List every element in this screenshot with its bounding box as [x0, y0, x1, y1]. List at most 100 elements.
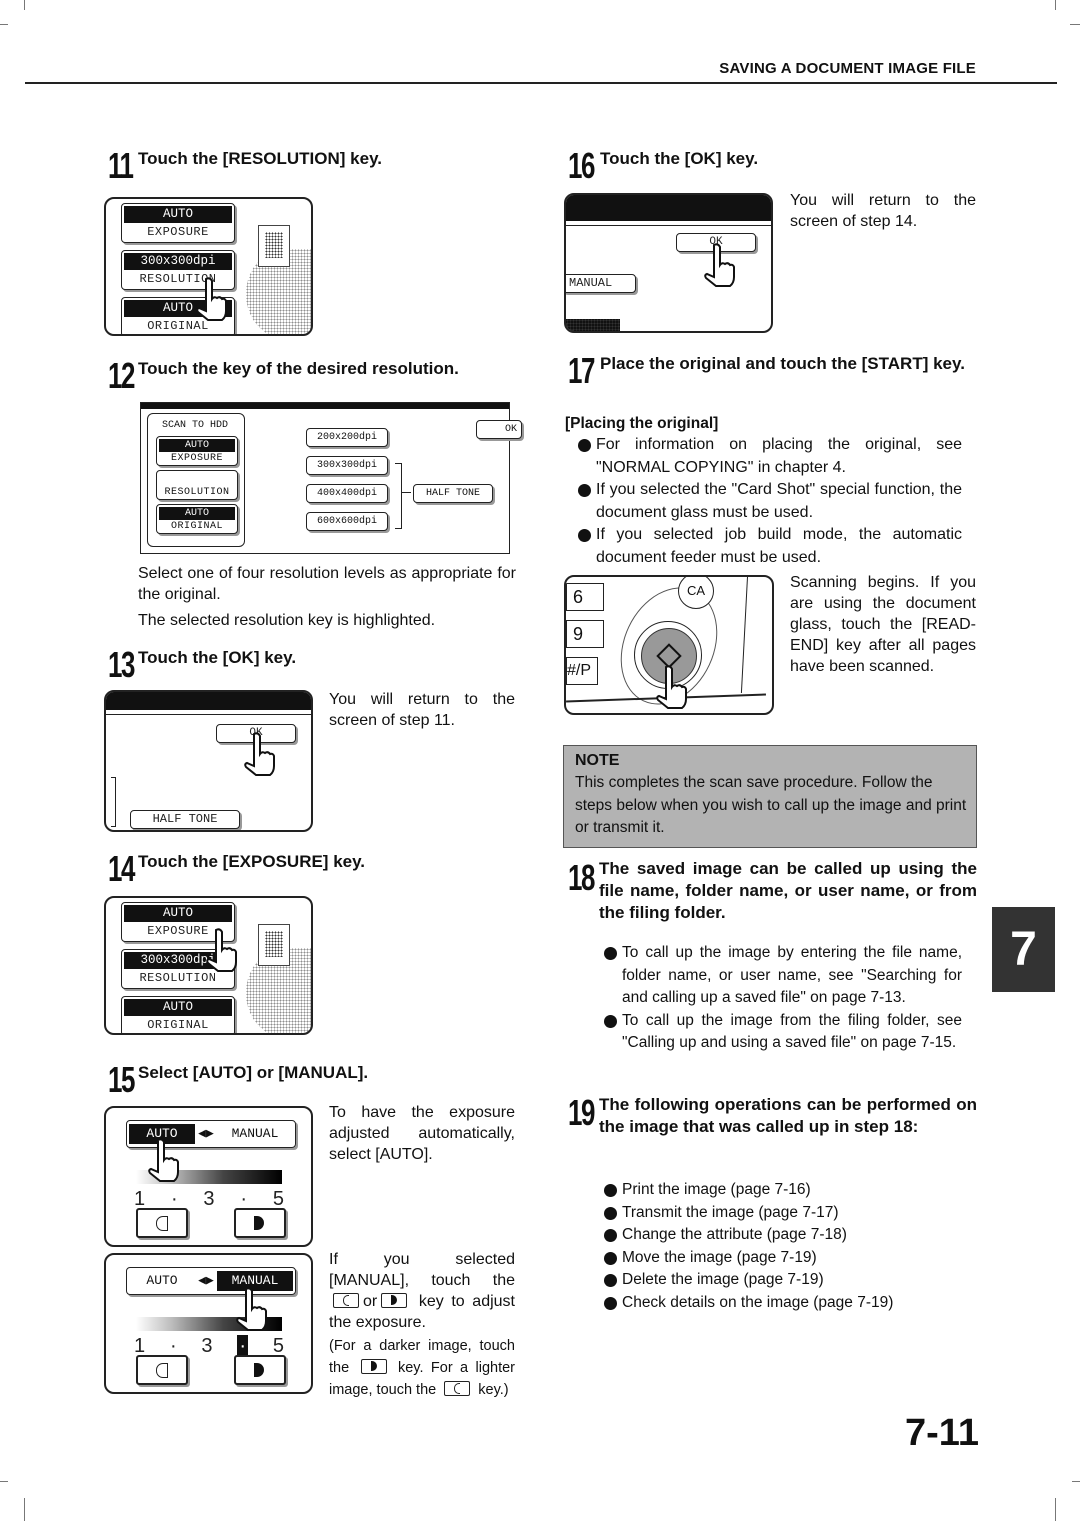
- step-title: Touch the [OK] key.: [600, 149, 759, 168]
- step-title: Touch the key of the desired resolution.: [138, 359, 459, 378]
- step-title: Touch the [OK] key.: [138, 648, 297, 667]
- header-divider: [25, 82, 1057, 84]
- page-number: 7-11: [905, 1412, 979, 1454]
- control-panel-illustration: 6 9 #/P CA: [564, 575, 774, 715]
- note-box: NOTE This completes the scan save proced…: [563, 745, 977, 848]
- step-note: (For a darker image, touch the key. For …: [329, 1335, 515, 1401]
- ok-screen-illustration: OK MANUAL: [564, 193, 773, 333]
- step-title: The saved image can be called up using t…: [599, 859, 977, 922]
- original-key[interactable]: AUTO ORIGINAL: [121, 996, 235, 1033]
- bracket-line: [395, 463, 402, 529]
- darker-icon: [254, 1216, 264, 1230]
- operations-list: Print the image (page 7-16) Transmit the…: [602, 1179, 962, 1314]
- list-item: Move the image (page 7-19): [602, 1247, 962, 1270]
- list-item: Change the attribute (page 7-18): [602, 1224, 962, 1247]
- list-item: Delete the image (page 7-19): [602, 1269, 962, 1292]
- step-description: You will return to the screen of step 14…: [790, 192, 976, 230]
- step-description: Select one of four resolution levels as …: [138, 565, 516, 603]
- placing-original-list: For information on placing the original,…: [576, 434, 962, 569]
- list-item: Check details on the image (page 7-19): [602, 1292, 962, 1315]
- pointing-hand-icon: [704, 243, 735, 287]
- exposure-key[interactable]: AUTO EXPOSURE: [121, 203, 235, 243]
- pointing-hand-icon: [206, 928, 237, 972]
- subheading: [Placing the original]: [565, 415, 719, 432]
- note-body: This completes the scan save procedure. …: [575, 774, 967, 836]
- lighter-icon: [156, 1363, 168, 1378]
- screen-topbar: [566, 195, 771, 221]
- exposure-key[interactable]: AUTO EXPOSURE: [156, 436, 238, 466]
- list-item: If you selected the "Card Shot" special …: [576, 479, 962, 524]
- original-label: ORIGINAL: [147, 1018, 209, 1032]
- lighter-key-icon: [333, 1293, 359, 1308]
- divider: [106, 714, 311, 715]
- screen-topbar: [106, 692, 311, 710]
- exposure-label: EXPOSURE: [147, 225, 209, 239]
- resolution-select-screen: SCAN TO HDD AUTO EXPOSURE RESOLUTION AUT…: [140, 402, 522, 554]
- step-number: 18: [568, 857, 595, 898]
- scale-label: 3: [203, 1188, 215, 1210]
- list-item: If you selected job build mode, the auto…: [576, 524, 962, 569]
- step-title: Select [AUTO] or [MANUAL].: [138, 1063, 369, 1082]
- manual-button[interactable]: MANUAL: [566, 274, 636, 293]
- resolution-key[interactable]: RESOLUTION: [156, 470, 238, 500]
- resolution-300-button[interactable]: 300x300dpi: [306, 456, 388, 475]
- list-item: To call up the image by entering the fil…: [602, 942, 962, 1010]
- pointing-hand-icon: [244, 732, 275, 776]
- manual-option[interactable]: MANUAL: [217, 1124, 293, 1144]
- chapter-tab: 7: [992, 907, 1055, 992]
- key-9[interactable]: 9: [566, 620, 604, 648]
- crop-mark: [1072, 1481, 1080, 1482]
- pointing-hand-icon: [656, 665, 687, 709]
- document-icon: [258, 225, 290, 267]
- original-key[interactable]: AUTO ORIGINAL: [156, 504, 238, 534]
- divider: [566, 225, 771, 226]
- resolution-400-button[interactable]: 400x400dpi: [306, 484, 388, 503]
- original-label: ORIGINAL: [170, 521, 223, 532]
- step-description: To have the exposure adjusted automatica…: [329, 1104, 515, 1163]
- ok-button[interactable]: OK: [476, 420, 522, 439]
- crop-mark: [1055, 0, 1056, 10]
- key-hash-p[interactable]: #/P: [566, 657, 598, 685]
- darker-icon: [254, 1363, 264, 1377]
- step-number: 13: [108, 644, 135, 685]
- lighter-key-icon: [444, 1381, 471, 1396]
- step-number: 17: [568, 350, 595, 391]
- darker-key-icon: [381, 1293, 408, 1308]
- original-value: AUTO: [124, 999, 232, 1016]
- auto-option[interactable]: AUTO: [129, 1271, 195, 1291]
- crop-mark: [24, 1498, 25, 1521]
- step-number: 19: [568, 1092, 595, 1133]
- halftone-button[interactable]: HALF TONE: [130, 810, 240, 829]
- pointing-hand-icon: [148, 1138, 179, 1182]
- section-title: SAVING A DOCUMENT IMAGE FILE: [719, 60, 976, 77]
- desc-text: or: [363, 1293, 378, 1310]
- exposure-screen-illustration: AUTO EXPOSURE 300x300dpi RESOLUTION AUTO…: [104, 896, 313, 1035]
- key-6[interactable]: 6: [566, 583, 604, 611]
- note-text: key.): [478, 1382, 509, 1398]
- darker-button[interactable]: [234, 1355, 286, 1385]
- bracket-line: [111, 777, 116, 827]
- exposure-value: AUTO: [159, 439, 235, 452]
- step-number: 11: [108, 145, 134, 186]
- list-item: Print the image (page 7-16): [602, 1179, 962, 1202]
- list-item: Transmit the image (page 7-17): [602, 1202, 962, 1225]
- resolution-200-button[interactable]: 200x200dpi: [306, 428, 388, 447]
- list-item: To call up the image from the filing fol…: [602, 1010, 962, 1055]
- exposure-label: EXPOSURE: [170, 453, 223, 464]
- crop-mark: [0, 1481, 8, 1482]
- halftone-button[interactable]: HALF TONE: [413, 484, 493, 503]
- scale-fragment: [566, 319, 620, 331]
- resolution-screen-illustration: AUTO EXPOSURE 300x300dpi RESOLUTION AUTO…: [104, 197, 313, 336]
- panel-edge: [732, 577, 749, 693]
- resolution-600-button[interactable]: 600x600dpi: [306, 512, 388, 531]
- lighter-button[interactable]: [136, 1355, 188, 1385]
- step-description: Scanning begins. If you are using the do…: [790, 574, 976, 675]
- lighter-button[interactable]: [136, 1208, 188, 1238]
- step-number: 16: [568, 145, 595, 186]
- exposure-value: AUTO: [124, 905, 232, 922]
- resolution-value: 300x300dpi: [124, 253, 232, 270]
- darker-button[interactable]: [234, 1208, 286, 1238]
- step-title: Place the original and touch the [START]…: [600, 354, 965, 373]
- exposure-value: AUTO: [124, 206, 232, 223]
- darker-key-icon: [360, 1359, 387, 1374]
